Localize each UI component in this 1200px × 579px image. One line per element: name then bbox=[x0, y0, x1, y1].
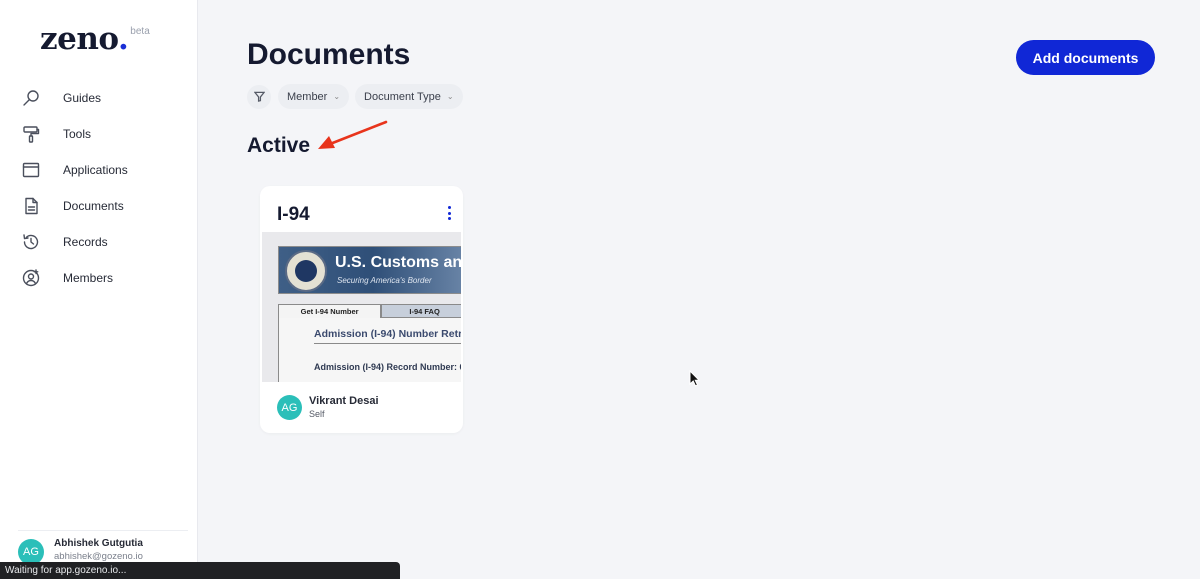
more-options-icon[interactable] bbox=[446, 206, 452, 220]
document-type-filter[interactable]: Document Type ⌄ bbox=[355, 84, 463, 109]
window-icon bbox=[22, 160, 56, 180]
preview-tagline: Securing America's Border bbox=[337, 276, 432, 285]
mouse-cursor-icon bbox=[689, 370, 701, 387]
sidebar-item-label: Documents bbox=[63, 199, 124, 213]
chevron-down-icon: ⌄ bbox=[333, 92, 341, 101]
logo-dot: . bbox=[118, 21, 129, 57]
section-title-active: Active bbox=[247, 134, 311, 157]
preview-agency: U.S. Customs an bbox=[335, 254, 461, 271]
sidebar-item-tools[interactable]: Tools bbox=[22, 116, 128, 152]
sidebar-item-label: Tools bbox=[63, 127, 92, 141]
sidebar-item-label: Members bbox=[63, 271, 114, 285]
user-name: Abhishek Gutgutia bbox=[54, 538, 143, 549]
avatar: AG bbox=[277, 395, 302, 420]
preview-tab-active: Get I-94 Number bbox=[278, 304, 382, 318]
document-icon bbox=[22, 196, 56, 216]
history-icon bbox=[22, 232, 56, 252]
cbp-banner: U.S. Customs an Securing America's Borde… bbox=[278, 246, 461, 294]
document-type-filter-label: Document Type bbox=[364, 90, 441, 103]
sidebar-item-records[interactable]: Records bbox=[22, 224, 128, 260]
sidebar: zeno. beta Guides Tools Applications Doc… bbox=[0, 0, 198, 579]
sidebar-item-label: Guides bbox=[63, 91, 102, 105]
cbp-seal-icon bbox=[285, 250, 327, 292]
document-owner: AG Vikrant Desai Self bbox=[277, 394, 379, 421]
document-title: I-94 bbox=[277, 204, 310, 225]
search-icon bbox=[22, 88, 56, 108]
member-filter-label: Member bbox=[287, 90, 328, 103]
sidebar-item-guides[interactable]: Guides bbox=[22, 80, 128, 116]
preview-tab-faq: I-94 FAQ bbox=[381, 304, 461, 318]
preview-record-label: Admission (I-94) Record Number: 69 bbox=[314, 362, 461, 372]
preview-tabs: Get I-94 Number I-94 FAQ bbox=[278, 304, 461, 318]
page-title: Documents bbox=[247, 38, 411, 71]
chevron-down-icon: ⌄ bbox=[446, 92, 454, 101]
sidebar-item-label: Records bbox=[63, 235, 108, 249]
add-documents-button[interactable]: Add documents bbox=[1016, 40, 1155, 75]
logo-wordmark: zeno bbox=[40, 21, 119, 57]
filter-button[interactable] bbox=[247, 84, 271, 109]
beta-badge: beta bbox=[130, 26, 150, 37]
document-card[interactable]: I-94 U.S. Customs an Securing America's … bbox=[260, 186, 463, 433]
user-add-icon bbox=[22, 268, 56, 288]
sidebar-item-label: Applications bbox=[63, 163, 128, 177]
sidebar-item-documents[interactable]: Documents bbox=[22, 188, 128, 224]
member-filter[interactable]: Member ⌄ bbox=[278, 84, 350, 109]
sidebar-nav: Guides Tools Applications Documents Reco… bbox=[22, 80, 128, 296]
preview-body: Admission (I-94) Number Retrieva Admissi… bbox=[278, 318, 461, 382]
browser-status-bar: Waiting for app.gozeno.io... bbox=[0, 562, 400, 579]
preview-heading: Admission (I-94) Number Retrieva bbox=[314, 328, 461, 340]
filter-bar: Member ⌄ Document Type ⌄ bbox=[247, 84, 469, 109]
owner-name: Vikrant Desai bbox=[309, 395, 379, 407]
filter-icon bbox=[253, 91, 265, 102]
preview-divider bbox=[314, 343, 461, 344]
sidebar-item-members[interactable]: Members bbox=[22, 260, 128, 296]
document-thumbnail[interactable]: U.S. Customs an Securing America's Borde… bbox=[262, 232, 461, 382]
paint-roller-icon bbox=[22, 124, 56, 144]
sidebar-item-applications[interactable]: Applications bbox=[22, 152, 128, 188]
current-user[interactable]: AG Abhishek Gutgutia abhishek@gozeno.io bbox=[18, 530, 188, 565]
owner-relation: Self bbox=[309, 409, 325, 419]
zeno-logo[interactable]: zeno. beta bbox=[40, 20, 150, 58]
annotation-arrow-icon bbox=[318, 120, 388, 149]
